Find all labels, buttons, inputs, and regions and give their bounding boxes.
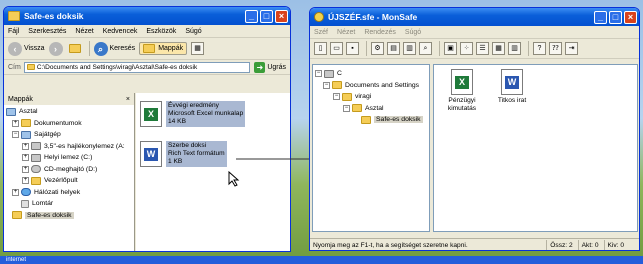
toolbar-separator: [439, 41, 440, 56]
file-name: Pénzügyi kimutatás: [447, 97, 477, 112]
tree-label: Asztal: [365, 104, 384, 112]
search-file-icon[interactable]: ⌕: [419, 42, 432, 55]
menu-view[interactable]: Nézet: [337, 29, 355, 36]
encrypt-icon[interactable]: ▤: [387, 42, 400, 55]
status-active: Akt: 0: [577, 239, 602, 250]
tree-label: viragi: [355, 93, 372, 101]
folder-icon: [332, 81, 342, 90]
properties-icon[interactable]: ⚙: [371, 42, 384, 55]
status-bar: Nyomja meg az F1-t, ha a segítséget szer…: [310, 238, 639, 250]
menu-safe[interactable]: Széf: [314, 29, 328, 36]
exit-icon[interactable]: ⇥: [565, 42, 578, 55]
hard-disk-icon: [324, 69, 334, 78]
monsafe-window: ÚJSZÉF.sfe - MonSafe _ □ × Széf Nézet Re…: [309, 7, 640, 251]
columns-view-icon[interactable]: ▥: [508, 42, 521, 55]
toolbar-separator: [366, 41, 367, 56]
collapse-icon[interactable]: −: [343, 104, 350, 112]
collapse-icon[interactable]: −: [323, 81, 330, 89]
toolbar-separator: [528, 41, 529, 56]
close-button[interactable]: ×: [624, 10, 637, 24]
decrypt-icon[interactable]: ▥: [403, 42, 416, 55]
safe-file-word[interactable]: W Titkos irat: [492, 69, 532, 105]
safe-tree-pane: − C − Documents and Settings − viragi − Aszt…: [312, 64, 430, 232]
folder-icon: [342, 92, 352, 101]
maximize-button[interactable]: □: [609, 10, 622, 24]
menu-bar: Széf Nézet Rendezés Súgó: [310, 26, 639, 39]
minimize-button[interactable]: _: [594, 10, 607, 24]
context-help-icon[interactable]: ⁇: [549, 42, 562, 55]
tree-label: Documents and Settings: [345, 81, 420, 89]
new-safe-icon[interactable]: ▯: [314, 42, 327, 55]
safe-lock-icon: [314, 12, 324, 22]
safe-file-excel[interactable]: X Pénzügyi kimutatás: [442, 69, 482, 112]
monsafe-titlebar[interactable]: ÚJSZÉF.sfe - MonSafe _ □ ×: [310, 8, 639, 26]
tree-item-desktop[interactable]: − Asztal: [315, 103, 427, 115]
monsafe-toolbar: ▯ ▭ ▪ ⚙ ▤ ▥ ⌕ ▣ ⁘ ☰ ▦ ▥ ? ⁇ ⇥: [310, 39, 639, 59]
window-title: ÚJSZÉF.sfe - MonSafe: [328, 12, 418, 22]
tree-item-drive-c[interactable]: − C: [315, 68, 427, 80]
menu-arrange[interactable]: Rendezés: [364, 29, 396, 36]
file-name: Titkos irat: [497, 97, 527, 104]
safe-file-area[interactable]: X Pénzügyi kimutatás W Titkos irat: [433, 64, 638, 232]
status-help-text: Nyomja meg az F1-t, ha a segítséget szer…: [313, 241, 468, 249]
tree-label: C: [337, 70, 342, 78]
tree-item-safe-docs[interactable]: Safe-es doksik: [315, 114, 427, 126]
folder-icon: [352, 104, 362, 113]
list-view-icon[interactable]: ☰: [476, 42, 489, 55]
collapse-icon[interactable]: −: [333, 93, 340, 101]
tree-label: Safe-es doksik: [374, 116, 423, 124]
word-icon: W: [501, 69, 523, 95]
status-selected: Kiv: 0: [603, 239, 628, 250]
excel-icon: X: [451, 69, 473, 95]
collapse-icon[interactable]: −: [315, 70, 322, 78]
save-icon[interactable]: ▪: [346, 42, 359, 55]
details-view-icon[interactable]: ▦: [492, 42, 505, 55]
tree-item-documents-and-settings[interactable]: − Documents and Settings: [315, 80, 427, 92]
open-folder-icon: [361, 115, 371, 124]
status-total: Össz: 2: [546, 239, 575, 250]
tree-item-viragi[interactable]: − viragi: [315, 91, 427, 103]
large-icons-view-icon[interactable]: ▣: [444, 42, 457, 55]
help-icon[interactable]: ?: [533, 42, 546, 55]
open-safe-icon[interactable]: ▭: [330, 42, 343, 55]
menu-help[interactable]: Súgó: [405, 29, 421, 36]
small-icons-view-icon[interactable]: ⁘: [460, 42, 473, 55]
